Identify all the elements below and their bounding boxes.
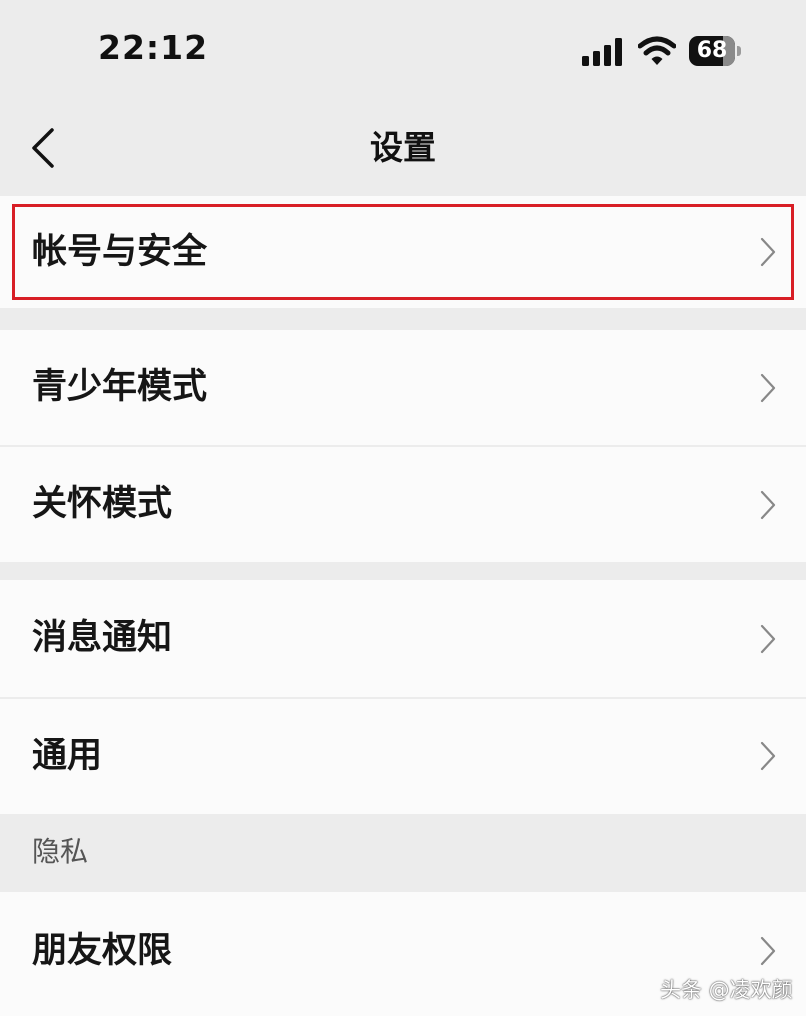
status-time: 22:12: [98, 28, 209, 67]
battery-icon: 68: [689, 36, 743, 66]
settings-item-label: 朋友权限: [32, 931, 173, 971]
status-bar: 22:12 68: [0, 0, 806, 100]
back-button[interactable]: [22, 122, 68, 174]
section-header-privacy: 隐私: [0, 814, 806, 892]
settings-item-label: 青少年模式: [32, 367, 208, 407]
chevron-right-icon: [760, 624, 776, 654]
signal-icon: [582, 38, 622, 66]
watermark: 头条 @凌欢颜: [660, 978, 793, 1002]
settings-item-teen-mode[interactable]: 青少年模式: [0, 330, 806, 445]
nav-bar: 设置: [0, 100, 806, 196]
section-header-label: 隐私: [32, 835, 89, 868]
battery-tip: [737, 46, 741, 56]
chevron-right-icon: [760, 936, 776, 966]
chevron-right-icon: [760, 741, 776, 771]
chevron-right-icon: [760, 373, 776, 403]
battery-body: 68: [689, 36, 735, 66]
settings-item-general[interactable]: 通用: [0, 699, 806, 814]
settings-item-notifications[interactable]: 消息通知: [0, 580, 806, 697]
settings-item-care-mode[interactable]: 关怀模式: [0, 447, 806, 562]
settings-item-account-security[interactable]: 帐号与安全: [0, 196, 806, 308]
settings-screen: 22:12 68 设置 帐号与安全 青少年模式 关怀模式 消息通知 通用 隐私 …: [0, 0, 806, 1016]
battery-level: 68: [696, 38, 728, 63]
chevron-right-icon: [760, 490, 776, 520]
wifi-icon: [638, 36, 676, 65]
settings-item-label: 关怀模式: [32, 484, 173, 524]
chevron-left-icon: [32, 128, 54, 168]
settings-item-label: 消息通知: [32, 618, 173, 658]
settings-item-label: 通用: [32, 736, 103, 776]
chevron-right-icon: [760, 237, 776, 267]
settings-item-label: 帐号与安全: [32, 232, 208, 272]
page-title: 设置: [370, 128, 436, 167]
